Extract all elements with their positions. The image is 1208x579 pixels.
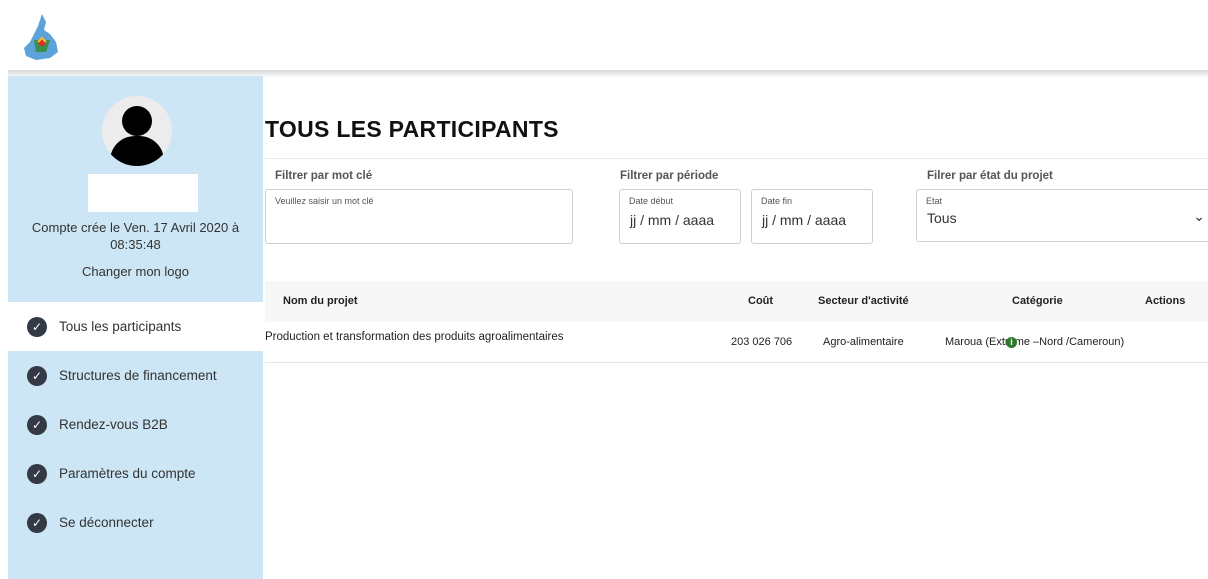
username-box — [88, 174, 198, 212]
check-circle-icon: ✓ — [27, 512, 47, 533]
info-circle-icon[interactable]: i — [1006, 337, 1017, 348]
end-date-field[interactable]: Date fin jj / mm / aaaa — [751, 189, 873, 244]
sidebar-item-b2b[interactable]: ✓ Rendez-vous B2B — [8, 400, 263, 449]
sidebar-item-label: Se déconnecter — [59, 515, 154, 530]
avatar — [102, 96, 172, 166]
state-select-label: Etat — [926, 196, 943, 206]
table-row: Production et transformation des produit… — [265, 322, 1208, 363]
start-date-value: jj / mm / aaaa — [630, 212, 715, 228]
state-select[interactable]: Etat Tous ⌄ — [916, 189, 1208, 242]
keyword-filter-label: Filtrer par mot clé — [275, 170, 373, 182]
project-cost-cell: 203 026 706 — [731, 336, 793, 348]
keyword-search-input[interactable]: Veuillez saisir un mot clé — [265, 189, 573, 244]
divider — [265, 158, 1208, 159]
column-header-name[interactable]: Nom du projet — [283, 295, 358, 307]
avatar-body — [110, 136, 164, 166]
project-sector-cell: Agro-alimentaire — [823, 336, 904, 348]
sidebar-item-logout[interactable]: ✓ Se déconnecter — [8, 498, 263, 547]
profile-section: Compte crée le Ven. 17 Avril 2020 à 08:3… — [8, 76, 263, 302]
project-category-cell: Maroua (Extrême –Nord /Cameroun) — [945, 336, 1125, 348]
top-bar — [0, 0, 1208, 70]
check-circle-icon: ✓ — [27, 316, 47, 337]
end-date-value: jj / mm / aaaa — [762, 212, 847, 228]
account-created-text: Compte crée le Ven. 17 Avril 2020 à 08:3… — [31, 220, 240, 252]
state-filter-label: Filrer par état du projet — [927, 170, 1053, 182]
check-circle-icon: ✓ — [27, 365, 47, 386]
period-filter-label: Filtrer par période — [620, 170, 719, 182]
sidebar-item-label: Structures de financement — [59, 368, 217, 383]
column-header-cost[interactable]: Coût — [748, 295, 773, 307]
start-date-label: Date début — [629, 196, 674, 206]
project-name-cell: Production et transformation des produit… — [265, 331, 564, 343]
sidebar-item-financing[interactable]: ✓ Structures de financement — [8, 351, 263, 400]
sidebar-nav: ✓ Tous les participants ✓ Structures de … — [8, 302, 263, 547]
sidebar-item-settings[interactable]: ✓ Paramètres du compte — [8, 449, 263, 498]
column-header-actions: Actions — [1145, 295, 1186, 307]
start-date-field[interactable]: Date début jj / mm / aaaa — [619, 189, 741, 244]
sidebar-item-label: Tous les participants — [59, 319, 182, 334]
check-circle-icon: ✓ — [27, 414, 47, 435]
state-selected-value: Tous — [927, 210, 957, 226]
chevron-down-icon: ⌄ — [1193, 208, 1205, 224]
table-header: Nom du projet Coût Secteur d'activité Ca… — [265, 281, 1208, 322]
sidebar: Compte crée le Ven. 17 Avril 2020 à 08:3… — [8, 76, 263, 579]
sidebar-item-participants[interactable]: ✓ Tous les participants — [8, 302, 263, 351]
column-header-sector[interactable]: Secteur d'activité — [818, 295, 909, 307]
page-title: TOUS LES PARTICIPANTS — [265, 116, 559, 142]
avatar-head — [122, 106, 152, 136]
change-logo-link[interactable]: Changer mon logo — [8, 264, 263, 279]
keyword-placeholder: Veuillez saisir un mot clé — [275, 196, 374, 206]
column-header-category[interactable]: Catégorie — [1012, 295, 1063, 307]
check-circle-icon: ✓ — [27, 463, 47, 484]
cameroon-map-logo[interactable] — [20, 12, 64, 64]
sidebar-item-label: Paramètres du compte — [59, 466, 196, 481]
sidebar-item-label: Rendez-vous B2B — [59, 417, 168, 432]
end-date-label: Date fin — [761, 196, 793, 206]
